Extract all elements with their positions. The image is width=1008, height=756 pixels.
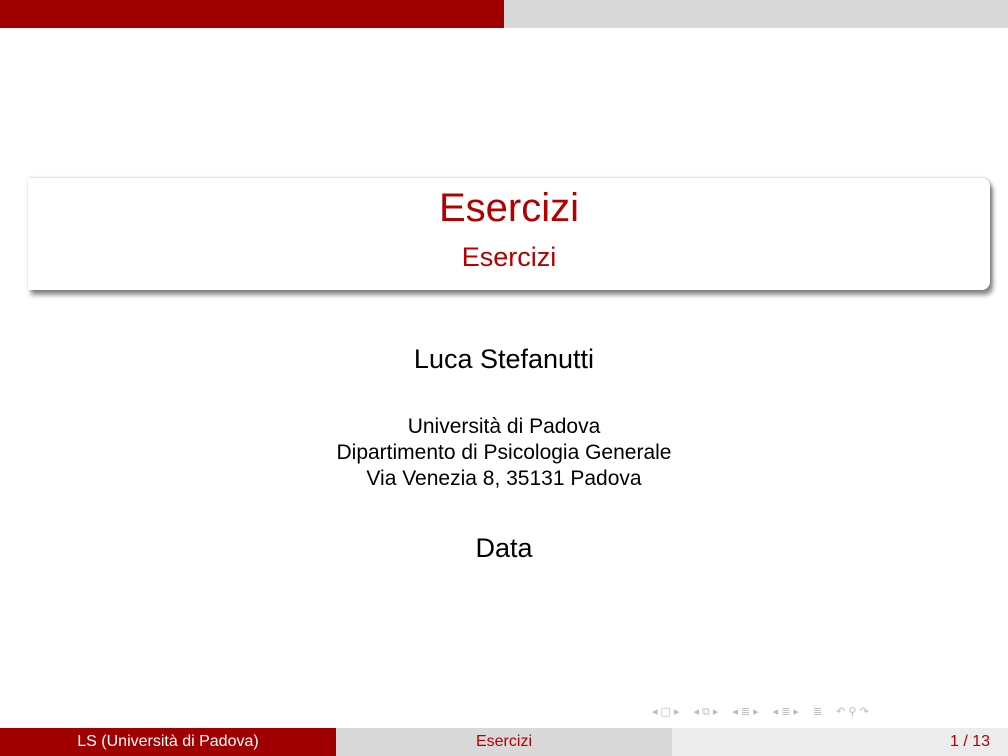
arrow-right-icon[interactable]: ▸ bbox=[793, 702, 799, 722]
navigation-bar: ◂ □ ▸ ◂ ⧉ ▸ ◂ ≣ ▸ ◂ ≣ ▸ ≣ ↶ ⚲ ↷ bbox=[652, 702, 1002, 722]
institute-line: Università di Padova bbox=[407, 415, 601, 438]
slide-subtitle: Esercizi bbox=[461, 242, 557, 272]
institute-line: Via Venezia 8, 35131 Padova bbox=[366, 467, 642, 490]
subsection-icon[interactable]: ⧉ bbox=[702, 702, 710, 722]
progress-bar bbox=[0, 0, 1008, 28]
appendix-icon[interactable]: ≣ bbox=[813, 702, 822, 722]
arrow-left-icon[interactable]: ◂ bbox=[652, 702, 658, 722]
footer-title: Esercizi bbox=[336, 728, 672, 756]
progress-fill bbox=[0, 0, 504, 28]
institute-block: Università di Padova Dipartimento di Psi… bbox=[0, 414, 1008, 492]
arrow-left-icon[interactable]: ◂ bbox=[693, 702, 699, 722]
frame-icon[interactable]: □ bbox=[661, 702, 671, 722]
author-name: Luca Stefanutti bbox=[413, 344, 595, 374]
footer-author: LS (Università di Padova) bbox=[0, 728, 336, 756]
arrow-left-icon[interactable]: ◂ bbox=[732, 702, 738, 722]
forward-icon[interactable]: ↷ bbox=[859, 702, 868, 722]
find-icon[interactable]: ⚲ bbox=[848, 702, 856, 722]
title-box: Esercizi Esercizi bbox=[28, 178, 990, 290]
slide-title: Esercizi bbox=[438, 186, 580, 230]
institute-line: Dipartimento di Psicologia Generale bbox=[336, 441, 672, 464]
section-icon[interactable]: ≣ bbox=[741, 702, 750, 722]
arrow-right-icon[interactable]: ▸ bbox=[753, 702, 759, 722]
footer-page-number: 1 / 13 bbox=[672, 728, 1008, 756]
arrow-right-icon[interactable]: ▸ bbox=[713, 702, 719, 722]
section-icon[interactable]: ≣ bbox=[781, 702, 790, 722]
arrow-left-icon[interactable]: ◂ bbox=[773, 702, 779, 722]
back-icon[interactable]: ↶ bbox=[836, 702, 845, 722]
arrow-right-icon[interactable]: ▸ bbox=[674, 702, 680, 722]
footer: LS (Università di Padova) Esercizi 1 / 1… bbox=[0, 728, 1008, 756]
slide-date: Data bbox=[475, 533, 533, 563]
